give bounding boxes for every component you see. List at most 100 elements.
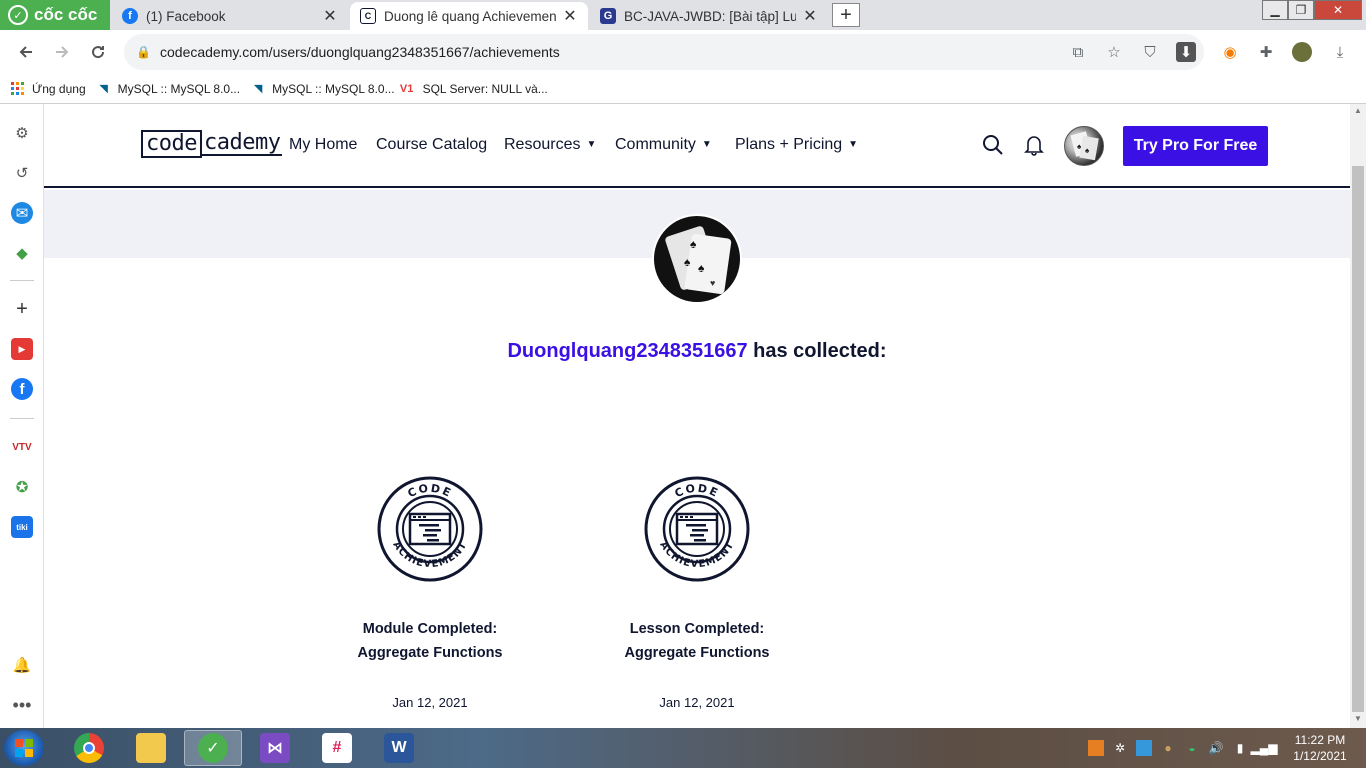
- settings-gear-icon[interactable]: ⚙: [11, 122, 33, 144]
- tab-codegym[interactable]: G BC-JAVA-JWBD: [Bài tập] Luyện ✕: [590, 2, 828, 30]
- profile-username[interactable]: Duonglquang2348351667: [507, 340, 747, 362]
- bookmark-sql-server[interactable]: V1 SQL Server: NULL và...: [397, 81, 548, 97]
- taskbar-slack[interactable]: #: [308, 730, 366, 766]
- collected-suffix: has collected:: [747, 340, 887, 362]
- taskbar-chrome[interactable]: [60, 730, 118, 766]
- nav-resources[interactable]: Resources ▼: [504, 136, 596, 154]
- bell-icon[interactable]: [1024, 134, 1044, 156]
- translate-icon[interactable]: ⧉: [1068, 42, 1088, 62]
- code-achievement-badge-icon: CODE ACHIEVEMENT: [644, 476, 750, 582]
- downloads-icon[interactable]: ⤓: [1330, 42, 1350, 62]
- extensions-puzzle-icon[interactable]: ✚: [1256, 42, 1276, 62]
- tab-facebook[interactable]: f (1) Facebook ✕: [112, 2, 348, 30]
- youtube-icon[interactable]: ▶: [11, 338, 33, 360]
- bookmark-mysql-1[interactable]: ◥ MySQL :: MySQL 8.0...: [96, 81, 240, 97]
- tab-codecademy-achievements[interactable]: C Duong lê quang Achievements ✕: [350, 2, 588, 30]
- gamepad-icon[interactable]: ◆: [11, 242, 33, 264]
- mysql-icon: ◥: [99, 83, 108, 95]
- volume-icon[interactable]: 🔊: [1208, 740, 1224, 756]
- windows-logo-icon: [15, 739, 33, 757]
- taskbar-file-explorer[interactable]: [122, 730, 180, 766]
- tray-app-icon[interactable]: ●: [1160, 740, 1176, 756]
- more-options-icon[interactable]: •••: [11, 694, 33, 716]
- start-button[interactable]: [4, 730, 44, 766]
- reload-button[interactable]: [86, 40, 110, 64]
- shield-icon[interactable]: ⛉: [1140, 42, 1160, 62]
- browser-toolbar: 🔒 codecademy.com/users/duonglquang234835…: [0, 30, 1366, 74]
- codecademy-logo[interactable]: code cademy: [141, 130, 283, 158]
- chrome-extension-icon[interactable]: ◉: [1220, 42, 1240, 62]
- taskbar-word[interactable]: W: [370, 730, 428, 766]
- taskbar-coccoc[interactable]: ✓: [184, 730, 242, 766]
- browser-side-panel: ⚙ ↺ ✉ ◆ + ▶ f VTV ✪ tiki 🔔 •••: [0, 104, 44, 728]
- codecademy-icon: C: [360, 8, 376, 24]
- scrollbar-thumb[interactable]: [1352, 166, 1364, 712]
- nav-course-catalog[interactable]: Course Catalog: [376, 136, 487, 154]
- history-icon[interactable]: ↺: [11, 162, 33, 184]
- taskbar-visual-studio[interactable]: ⋈: [246, 730, 304, 766]
- new-tab-button[interactable]: +: [832, 3, 860, 27]
- search-icon[interactable]: [982, 134, 1004, 156]
- maps-pin-icon[interactable]: ✪: [11, 476, 33, 498]
- code-achievement-badge-icon: CODE ACHIEVEMENT: [377, 476, 483, 582]
- bookmark-apps[interactable]: Ứng dụng: [10, 81, 86, 97]
- vtv-go-icon[interactable]: VTV: [11, 436, 33, 458]
- tray-app-icon[interactable]: [1136, 740, 1152, 756]
- bookmark-label: SQL Server: NULL và...: [422, 81, 548, 96]
- browser-tab-strip: ✓ cốc cốc f (1) Facebook ✕ C Duong lê qu…: [0, 0, 1366, 30]
- codecademy-page: code cademy My Home Course Catalog Resou…: [44, 104, 1350, 728]
- svg-text:♥: ♥: [710, 278, 715, 288]
- achievement-title-line2: Aggregate Functions: [357, 645, 503, 661]
- tray-app-icon[interactable]: ◒: [1184, 740, 1200, 756]
- bookmarks-bar: Ứng dụng ◥ MySQL :: MySQL 8.0... ◥ MySQL…: [0, 74, 1366, 104]
- caret-down-icon: ▼: [701, 139, 712, 150]
- achievement-card: CODE ACHIEVEMENT Lesson Completed: Aggre…: [587, 476, 807, 710]
- nav-plans-pricing[interactable]: Plans + Pricing ▼: [735, 136, 858, 154]
- achievement-card: CODE ACHIEVEMENT Module Completed: Aggre…: [320, 476, 540, 710]
- reload-icon: [92, 46, 105, 59]
- tray-app-icon[interactable]: [1088, 740, 1104, 756]
- user-avatar[interactable]: ♠ ♠: [1064, 126, 1104, 166]
- tray-network-icon[interactable]: ✲: [1112, 740, 1128, 756]
- coccoc-menu-button[interactable]: ✓ cốc cốc: [0, 0, 110, 30]
- back-button[interactable]: [14, 40, 38, 64]
- tab-title: Duong lê quang Achievements: [384, 8, 556, 24]
- close-tab-icon[interactable]: ✕: [802, 6, 818, 26]
- scroll-up-icon[interactable]: ▲: [1353, 106, 1363, 116]
- page-scrollbar[interactable]: ▲ ▼: [1350, 104, 1366, 728]
- coccoc-icon: ✓: [198, 733, 228, 763]
- forward-button[interactable]: [50, 40, 74, 64]
- visual-studio-icon: ⋈: [260, 733, 290, 763]
- forward-arrow-icon: [56, 46, 69, 58]
- nav-community[interactable]: Community ▼: [615, 136, 712, 154]
- bookmark-label: MySQL :: MySQL 8.0...: [272, 81, 395, 96]
- facebook-icon: f: [122, 8, 138, 24]
- close-window-button[interactable]: ✕: [1314, 0, 1362, 20]
- tab-title: (1) Facebook: [146, 8, 226, 24]
- nav-community-label: Community: [615, 136, 696, 153]
- slack-icon: #: [322, 733, 352, 763]
- bookmark-mysql-2[interactable]: ◥ MySQL :: MySQL 8.0...: [250, 81, 395, 97]
- maximize-window-button[interactable]: ❐: [1288, 0, 1314, 20]
- download-page-icon[interactable]: ⬇: [1176, 42, 1196, 62]
- signal-icon[interactable]: ▂▄▆: [1251, 740, 1278, 756]
- add-panel-icon[interactable]: +: [11, 298, 33, 320]
- address-bar[interactable]: 🔒 codecademy.com/users/duonglquang234835…: [124, 34, 1204, 70]
- messenger-icon[interactable]: ✉: [11, 202, 33, 224]
- scroll-down-icon[interactable]: ▼: [1353, 714, 1363, 724]
- profile-avatar-icon[interactable]: [1292, 42, 1312, 62]
- taskbar-clock[interactable]: 11:22 PM 1/12/2021: [1284, 732, 1356, 764]
- word-icon: W: [384, 733, 414, 763]
- nav-my-home[interactable]: My Home: [289, 136, 357, 154]
- battery-icon[interactable]: ▮: [1232, 740, 1248, 756]
- try-pro-button[interactable]: Try Pro For Free: [1123, 126, 1268, 166]
- coccoc-logo-icon: ✓: [8, 5, 28, 25]
- close-tab-icon[interactable]: ✕: [322, 6, 338, 26]
- bookmark-star-icon[interactable]: ☆: [1104, 42, 1124, 62]
- close-tab-icon[interactable]: ✕: [562, 6, 578, 26]
- tiki-icon[interactable]: tiki: [11, 516, 33, 538]
- notification-bell-icon[interactable]: 🔔: [11, 654, 33, 676]
- facebook-icon[interactable]: f: [11, 378, 33, 400]
- minimize-window-button[interactable]: ▁: [1262, 0, 1288, 20]
- profile-avatar: ♠ ♠ ♠ ♥: [652, 214, 742, 304]
